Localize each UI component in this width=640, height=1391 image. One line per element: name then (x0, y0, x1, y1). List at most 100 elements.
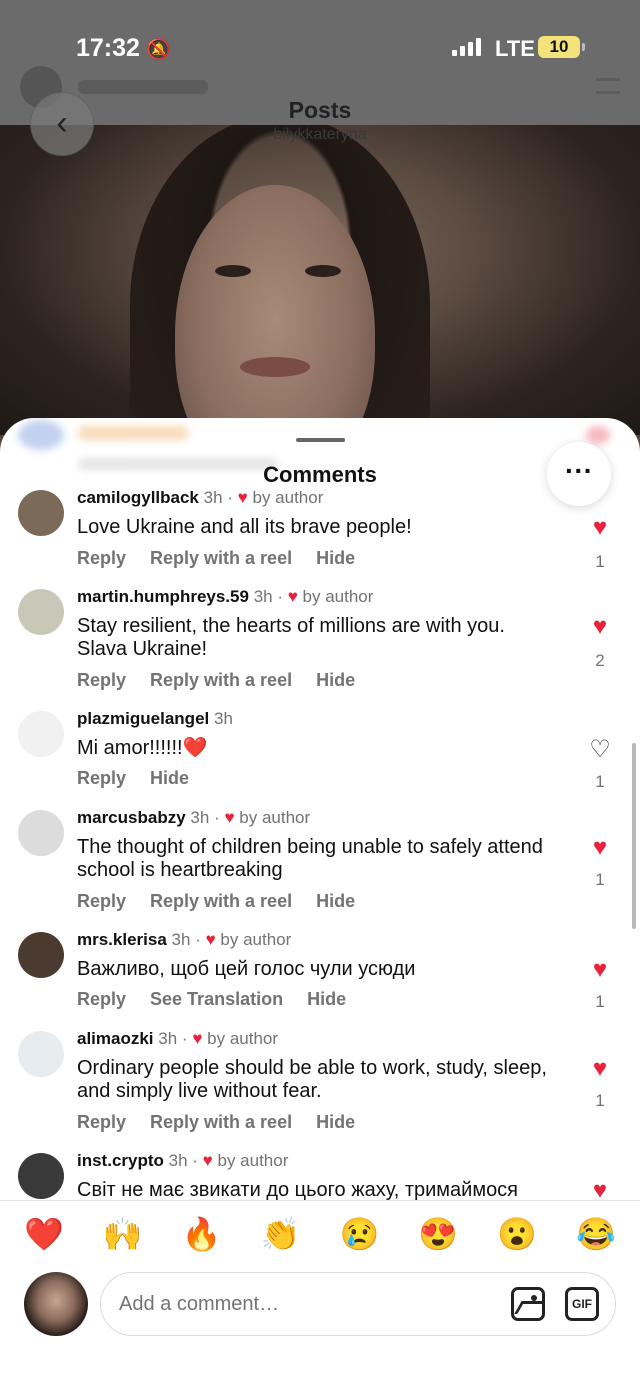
comment-time: 3h (168, 1151, 188, 1170)
reply-button[interactable]: Reply (77, 670, 126, 691)
photo-lips (240, 357, 310, 377)
comment-meta: marcusbabzy 3h · ♥ by author (77, 808, 311, 827)
surprised-emoji-button[interactable]: 😮 (497, 1215, 537, 1253)
profile-name-dimmed (78, 80, 208, 94)
network-type: LTE (495, 36, 535, 61)
like-count: 1 (595, 552, 605, 571)
comment-text: Love Ukraine and all its brave people! (77, 516, 412, 538)
avatar[interactable] (18, 1031, 64, 1077)
author-label: by author (220, 930, 292, 949)
author-label: by author (239, 808, 311, 827)
avatar[interactable] (18, 490, 64, 536)
avatar[interactable] (18, 1153, 64, 1199)
laughing-emoji-button[interactable]: 😂 (576, 1215, 616, 1253)
like-heart-icon[interactable]: ♥ (585, 514, 615, 542)
hide-button[interactable]: Hide (307, 989, 346, 1010)
comment-username[interactable]: marcusbabzy (77, 808, 186, 827)
reply-button[interactable]: Reply (77, 891, 126, 912)
gif-icon[interactable]: GIF (565, 1287, 599, 1321)
emoji-reaction-bar: ❤️ 🙌 🔥 👏 😢 😍 😮 😂 (0, 1200, 640, 1266)
comment-username[interactable]: mrs.klerisa (77, 930, 167, 949)
heart-icon: ♥ (192, 1029, 203, 1048)
like-heart-icon[interactable]: ♥ (585, 1055, 615, 1083)
reply-with-reel-button[interactable]: Reply with a reel (150, 670, 292, 691)
page-title: Posts (288, 97, 352, 123)
crying-emoji-button[interactable]: 😢 (339, 1215, 379, 1253)
status-time: 17:32 (76, 34, 140, 62)
battery-indicator: 10 (538, 36, 585, 58)
like-heart-icon[interactable]: ♥ (585, 956, 615, 984)
background-post-page (0, 0, 640, 460)
reply-with-reel-button[interactable]: Reply with a reel (150, 891, 292, 912)
comment-actions: Reply Reply with a reel Hide (77, 670, 355, 691)
photo-eye-right (305, 265, 341, 277)
comment-actions: Reply Reply with a reel Hide (77, 548, 355, 569)
hide-button[interactable]: Hide (316, 548, 355, 569)
reply-with-reel-button[interactable]: Reply with a reel (150, 548, 292, 569)
comment-username[interactable]: alimaozki (77, 1029, 154, 1048)
comment-meta: alimaozki 3h · ♥ by author (77, 1029, 279, 1048)
hide-button[interactable]: Hide (316, 670, 355, 691)
reply-button[interactable]: Reply (77, 1112, 126, 1133)
avatar[interactable] (18, 932, 64, 978)
avatar[interactable] (18, 589, 64, 635)
comment-meta: martin.humphreys.59 3h · ♥ by author (77, 587, 374, 606)
comment-actions: Reply Reply with a reel Hide (77, 891, 355, 912)
heart-icon: ♥ (205, 930, 216, 949)
comment-time: 3h (253, 587, 273, 606)
like-heart-icon[interactable]: ♥ (585, 1177, 615, 1200)
reply-button[interactable]: Reply (77, 989, 126, 1010)
comment-input[interactable]: Add a comment… GIF (100, 1272, 616, 1336)
comment-actions: Reply Reply with a reel Hide (77, 1112, 355, 1133)
like-heart-icon[interactable]: ♥ (585, 834, 615, 862)
image-icon[interactable] (511, 1287, 545, 1321)
comment-actions: Reply Hide (77, 768, 189, 789)
comment-time: 3h (171, 930, 191, 949)
hide-button[interactable]: Hide (316, 891, 355, 912)
avatar[interactable] (18, 711, 64, 757)
comment-username[interactable]: inst.crypto (77, 1151, 164, 1170)
page-subtitle: bilykkateryna (273, 126, 367, 143)
see-translation-button[interactable]: See Translation (150, 989, 283, 1010)
ellipsis-icon: ··· (565, 455, 593, 486)
like-count: 1 (595, 992, 605, 1011)
status-bar: 17:32 🔕 LTE 10 (0, 30, 640, 66)
menu-icon (596, 78, 620, 94)
heart-icon: ♥ (287, 587, 298, 606)
comment-username[interactable]: camilogyllback (77, 488, 199, 507)
comment-text: Mi amor!!!!!!❤️ (77, 737, 208, 759)
bell-slash-icon: 🔕 (146, 39, 171, 61)
red-heart-emoji-button[interactable]: ❤️ (24, 1215, 64, 1253)
like-heart-outline-icon[interactable]: ♡ (585, 735, 615, 764)
comments-list[interactable]: camilogyllback 3h · ♥ by author Love Ukr… (0, 488, 640, 1200)
sheet-drag-handle[interactable] (296, 438, 345, 442)
comment-time: 3h (203, 488, 223, 507)
comment-username[interactable]: plazmiguelangel (77, 709, 209, 728)
heart-eyes-emoji-button[interactable]: 😍 (418, 1215, 458, 1253)
hide-button[interactable]: Hide (150, 768, 189, 789)
avatar[interactable] (18, 810, 64, 856)
reply-button[interactable]: Reply (77, 768, 126, 789)
heart-icon: ♥ (237, 488, 248, 507)
scrollbar[interactable] (632, 743, 636, 929)
comment-text: Важливо, щоб цей голос чули усюди (77, 958, 416, 980)
reply-button[interactable]: Reply (77, 548, 126, 569)
raising-hands-emoji-button[interactable]: 🙌 (103, 1215, 143, 1253)
sheet-title: Comments (263, 462, 377, 487)
comment-input-placeholder[interactable]: Add a comment… (119, 1293, 279, 1316)
comment-time: 3h (190, 808, 210, 827)
comment-text: Ordinary people should be able to work, … (77, 1057, 547, 1102)
fire-emoji-button[interactable]: 🔥 (182, 1215, 222, 1253)
comment-username[interactable]: martin.humphreys.59 (77, 587, 249, 606)
comment-composer: Add a comment… GIF (0, 1270, 640, 1350)
comment-meta: inst.crypto 3h · ♥ by author (77, 1151, 289, 1170)
hide-button[interactable]: Hide (316, 1112, 355, 1133)
clapping-emoji-button[interactable]: 👏 (261, 1215, 301, 1253)
post-photo (0, 125, 640, 435)
reply-with-reel-button[interactable]: Reply with a reel (150, 1112, 292, 1133)
heart-icon: ♥ (202, 1151, 213, 1170)
my-avatar (24, 1272, 88, 1336)
like-count: 1 (595, 1091, 605, 1110)
like-heart-icon[interactable]: ♥ (585, 613, 615, 641)
photo-eye-left (215, 265, 251, 277)
